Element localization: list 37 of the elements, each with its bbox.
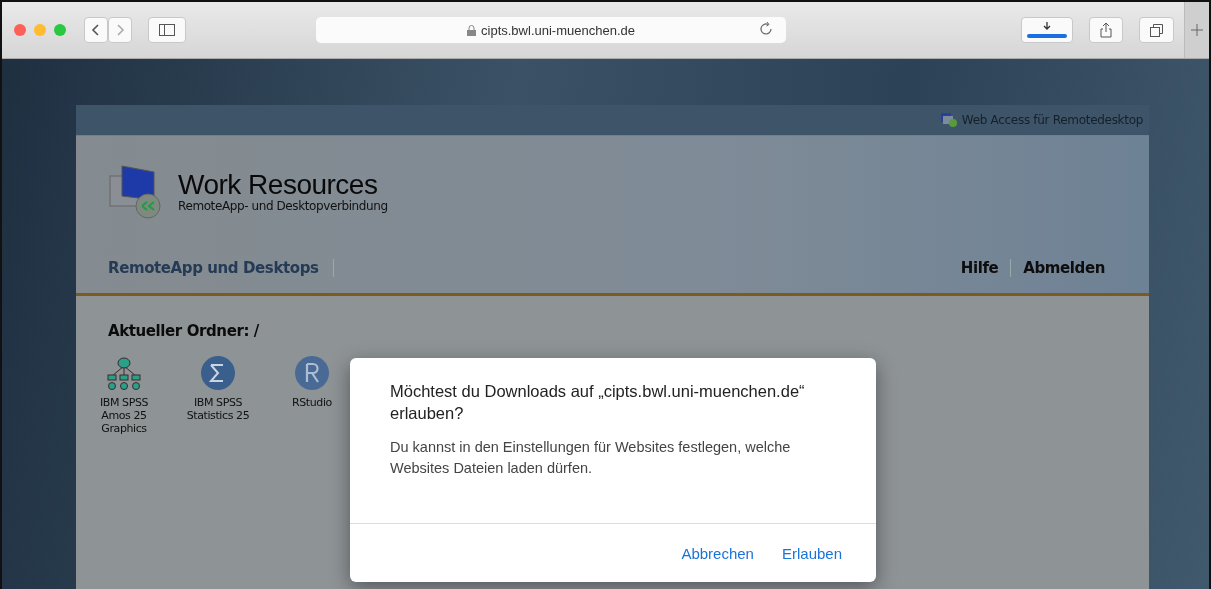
nav-link[interactable]: Hilfe xyxy=(948,259,1011,277)
download-arrow-icon xyxy=(1042,22,1052,31)
forward-button[interactable] xyxy=(108,17,132,43)
sigma-icon xyxy=(199,354,237,392)
app-label[interactable]: RStudio xyxy=(292,396,332,410)
zoom-button[interactable] xyxy=(54,24,66,36)
back-icon xyxy=(91,23,101,37)
close-button[interactable] xyxy=(14,24,26,36)
minimize-button[interactable] xyxy=(34,24,46,36)
site-title: Work Resources xyxy=(178,171,379,199)
dialog-message: Du kannst in den Einstellungen für Websites festlegen, welche Websites Dateien laden dürfen. xyxy=(390,437,792,479)
app-label[interactable]: IBM SPSS Statistics 25 xyxy=(178,396,258,423)
forward-icon xyxy=(115,23,125,37)
back-button[interactable] xyxy=(84,17,108,43)
dialog-button[interactable]: Abbrechen xyxy=(669,538,766,568)
tabs-button[interactable] xyxy=(1139,17,1174,43)
share-button[interactable] xyxy=(1089,17,1123,43)
app-label[interactable]: IBM SPSS Amos 25 Graphics xyxy=(84,396,164,436)
dialog-title: Möchtest du Downloads auf „cipts.bwl.uni-muenchen.de“ erlauben? xyxy=(390,381,806,425)
diagram-icon xyxy=(105,354,143,392)
new-tab-button[interactable] xyxy=(1184,2,1209,58)
address-field[interactable]: cipts.bwl.uni-muenchen.de xyxy=(316,17,786,43)
nav-tab[interactable]: RemoteApp und Desktops xyxy=(108,259,334,277)
reload-icon[interactable] xyxy=(760,22,774,38)
sidebar-button[interactable] xyxy=(148,17,186,43)
r-logo-icon xyxy=(293,354,331,392)
downloads-button[interactable] xyxy=(1021,17,1073,43)
sidebar-icon xyxy=(159,24,175,36)
nav-link[interactable]: Abmelden xyxy=(1010,259,1117,277)
folder-heading: Aktueller Ordner: / xyxy=(108,322,260,340)
dialog-button[interactable]: Erlauben xyxy=(769,538,854,568)
site-subtitle: RemoteApp- und Desktopverbindung xyxy=(178,199,388,213)
plus-icon xyxy=(1191,24,1203,36)
tabs-icon xyxy=(1150,23,1163,37)
share-icon xyxy=(1100,22,1112,38)
remote-desktop-icon xyxy=(940,113,957,127)
lock-icon xyxy=(467,24,477,36)
